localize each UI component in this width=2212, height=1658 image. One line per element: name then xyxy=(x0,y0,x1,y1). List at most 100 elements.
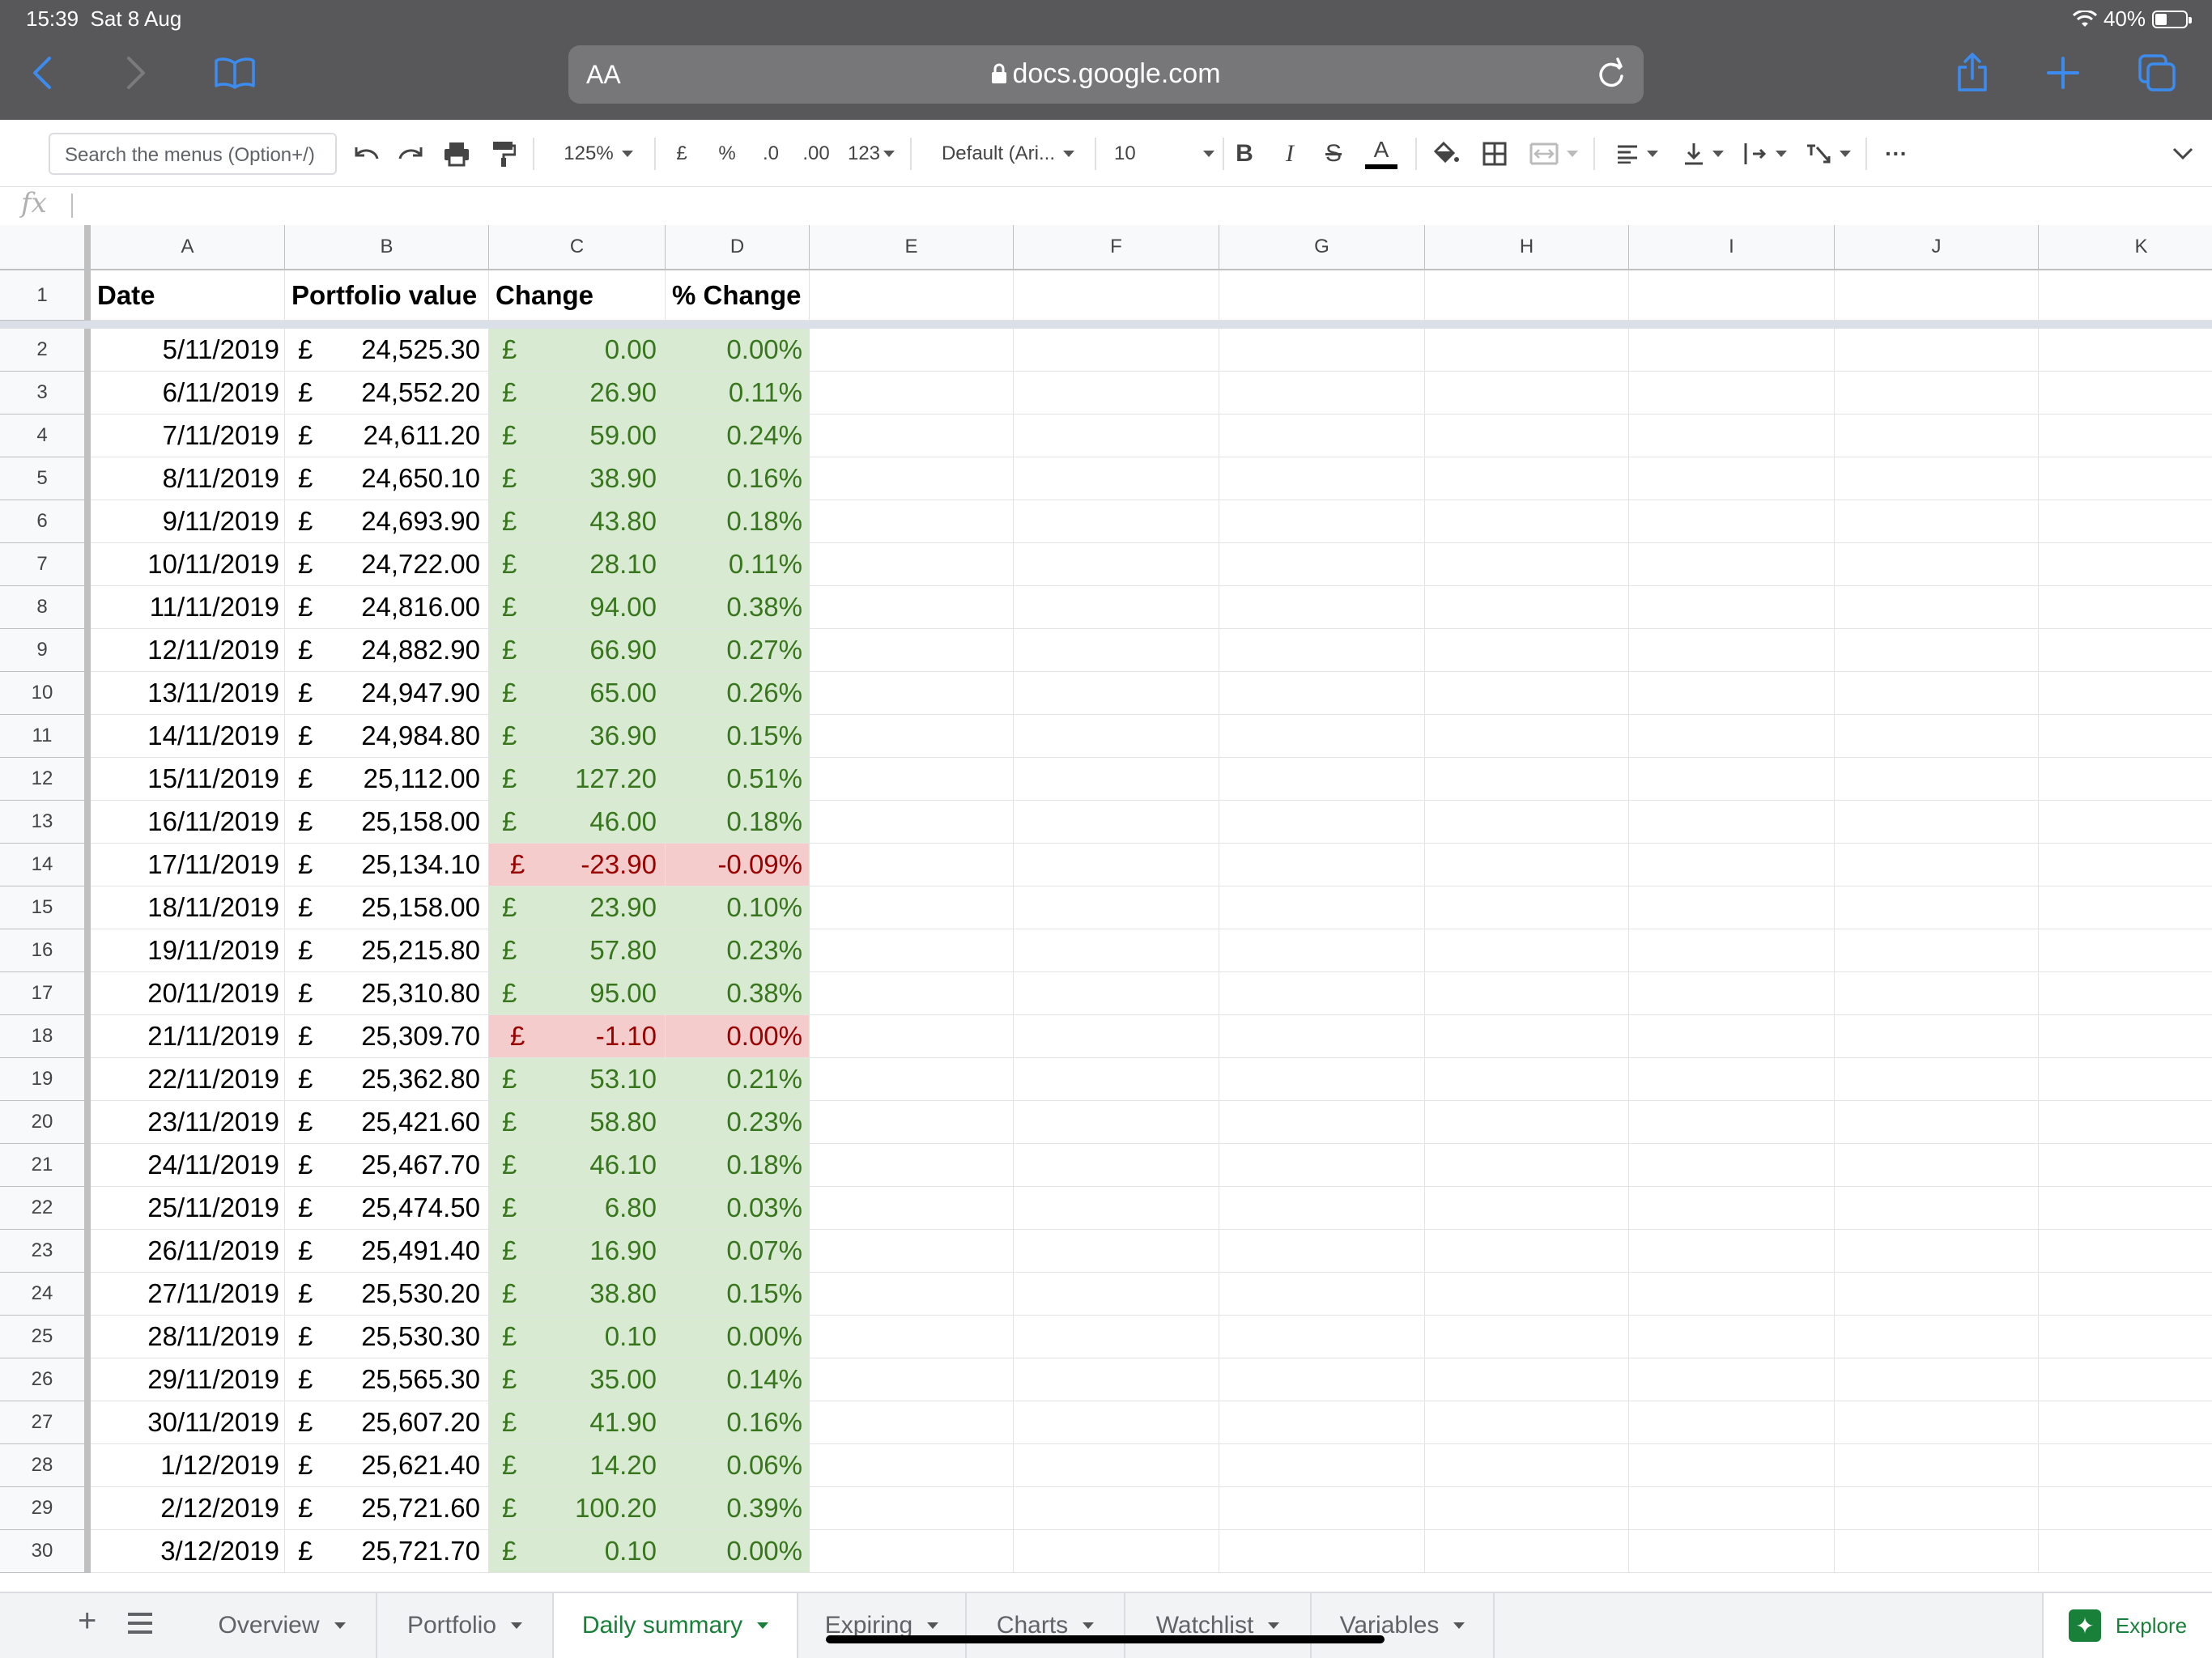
cell[interactable] xyxy=(1629,543,1835,586)
portfolio-value-cell[interactable]: £24,722.00 xyxy=(285,543,489,586)
reload-icon[interactable] xyxy=(1593,57,1629,92)
percent-change-cell[interactable]: 0.23% xyxy=(666,1101,810,1144)
percent-change-cell[interactable]: 0.06% xyxy=(666,1444,810,1487)
bookmarks-icon[interactable] xyxy=(212,50,257,96)
portfolio-value-cell[interactable]: £25,112.00 xyxy=(285,758,489,801)
date-cell[interactable]: 21/11/2019 xyxy=(91,1015,285,1058)
cell[interactable] xyxy=(1014,500,1219,543)
cell[interactable] xyxy=(2039,1015,2212,1058)
percent-change-cell[interactable]: 0.14% xyxy=(666,1358,810,1401)
cell[interactable] xyxy=(1835,414,2039,457)
change-cell[interactable]: £35.00 xyxy=(489,1358,666,1401)
cell[interactable] xyxy=(1629,715,1835,758)
cell[interactable] xyxy=(810,1273,1014,1316)
cell[interactable] xyxy=(810,1530,1014,1573)
cell[interactable] xyxy=(1219,972,1425,1015)
formula-bar[interactable]: fx xyxy=(0,186,2212,225)
cell[interactable] xyxy=(1014,758,1219,801)
cell[interactable] xyxy=(1014,1015,1219,1058)
portfolio-value-cell[interactable]: £25,530.20 xyxy=(285,1273,489,1316)
date-cell[interactable]: 8/11/2019 xyxy=(91,457,285,500)
cell[interactable] xyxy=(1219,629,1425,672)
percent-change-cell[interactable]: 0.38% xyxy=(666,972,810,1015)
date-cell[interactable]: 16/11/2019 xyxy=(91,801,285,844)
cell[interactable] xyxy=(2039,372,2212,414)
cell[interactable] xyxy=(1014,372,1219,414)
row-header[interactable]: 4 xyxy=(0,414,91,457)
cell[interactable] xyxy=(810,414,1014,457)
date-cell[interactable]: 24/11/2019 xyxy=(91,1144,285,1187)
cell[interactable] xyxy=(1629,1316,1835,1358)
row-header[interactable]: 29 xyxy=(0,1487,91,1530)
change-cell[interactable]: £6.80 xyxy=(489,1187,666,1230)
cell[interactable] xyxy=(1835,1187,2039,1230)
cell[interactable] xyxy=(810,715,1014,758)
bold-button[interactable]: B xyxy=(1232,138,1257,170)
cell[interactable] xyxy=(1835,629,2039,672)
cell[interactable] xyxy=(1425,758,1629,801)
cell[interactable] xyxy=(1629,457,1835,500)
percent-change-cell[interactable]: 0.18% xyxy=(666,500,810,543)
cell[interactable] xyxy=(1219,270,1425,321)
change-cell[interactable]: £94.00 xyxy=(489,586,666,629)
cell[interactable] xyxy=(1014,329,1219,372)
cell[interactable] xyxy=(1835,1273,2039,1316)
cell[interactable] xyxy=(810,672,1014,715)
change-cell[interactable]: £23.90 xyxy=(489,886,666,929)
cell[interactable] xyxy=(1014,1144,1219,1187)
column-header-b[interactable]: B xyxy=(285,225,489,270)
cell[interactable] xyxy=(2039,972,2212,1015)
date-cell[interactable]: 9/11/2019 xyxy=(91,500,285,543)
change-cell[interactable]: £57.80 xyxy=(489,929,666,972)
cell[interactable] xyxy=(1835,1316,2039,1358)
percent-change-cell[interactable]: 0.03% xyxy=(666,1187,810,1230)
cell[interactable] xyxy=(1835,672,2039,715)
cell[interactable] xyxy=(810,1316,1014,1358)
cell[interactable] xyxy=(1425,1230,1629,1273)
cell[interactable] xyxy=(1219,886,1425,929)
cell[interactable] xyxy=(1219,1401,1425,1444)
text-color-button[interactable]: A xyxy=(1365,138,1397,170)
portfolio-value-cell[interactable]: £25,491.40 xyxy=(285,1230,489,1273)
cell[interactable] xyxy=(1835,886,2039,929)
row-header[interactable]: 16 xyxy=(0,929,91,972)
cell[interactable] xyxy=(1425,844,1629,886)
change-cell[interactable]: £16.90 xyxy=(489,1230,666,1273)
portfolio-value-cell[interactable]: £25,607.20 xyxy=(285,1401,489,1444)
cell[interactable] xyxy=(1014,1487,1219,1530)
cell[interactable] xyxy=(1835,457,2039,500)
change-cell[interactable]: £ -23.90 xyxy=(489,844,666,886)
cell[interactable] xyxy=(1014,586,1219,629)
cell[interactable] xyxy=(1425,270,1629,321)
cell[interactable] xyxy=(810,886,1014,929)
percent-change-cell[interactable]: 0.38% xyxy=(666,586,810,629)
cell[interactable] xyxy=(1014,1187,1219,1230)
cell[interactable] xyxy=(1014,672,1219,715)
cell[interactable] xyxy=(1425,1316,1629,1358)
cell[interactable] xyxy=(1219,457,1425,500)
date-cell[interactable]: 13/11/2019 xyxy=(91,672,285,715)
cell[interactable] xyxy=(1629,758,1835,801)
change-cell[interactable]: £41.90 xyxy=(489,1401,666,1444)
cell[interactable] xyxy=(1835,972,2039,1015)
cell[interactable] xyxy=(2039,543,2212,586)
portfolio-value-cell[interactable]: £25,158.00 xyxy=(285,801,489,844)
cell[interactable] xyxy=(1219,1230,1425,1273)
cell[interactable] xyxy=(2039,1444,2212,1487)
portfolio-value-cell[interactable]: £25,309.70 xyxy=(285,1015,489,1058)
date-cell[interactable]: 23/11/2019 xyxy=(91,1101,285,1144)
cell[interactable] xyxy=(2039,929,2212,972)
cell[interactable] xyxy=(2039,1230,2212,1273)
change-cell[interactable]: £53.10 xyxy=(489,1058,666,1101)
cell[interactable] xyxy=(1014,1358,1219,1401)
undo-icon[interactable] xyxy=(350,138,382,170)
row-header[interactable]: 21 xyxy=(0,1144,91,1187)
cell[interactable] xyxy=(810,844,1014,886)
change-cell[interactable]: £127.20 xyxy=(489,758,666,801)
cell[interactable] xyxy=(2039,886,2212,929)
cell[interactable] xyxy=(810,1058,1014,1101)
new-tab-icon[interactable] xyxy=(2040,50,2086,96)
date-cell[interactable]: 27/11/2019 xyxy=(91,1273,285,1316)
cell[interactable] xyxy=(1425,586,1629,629)
date-cell[interactable]: 6/11/2019 xyxy=(91,372,285,414)
